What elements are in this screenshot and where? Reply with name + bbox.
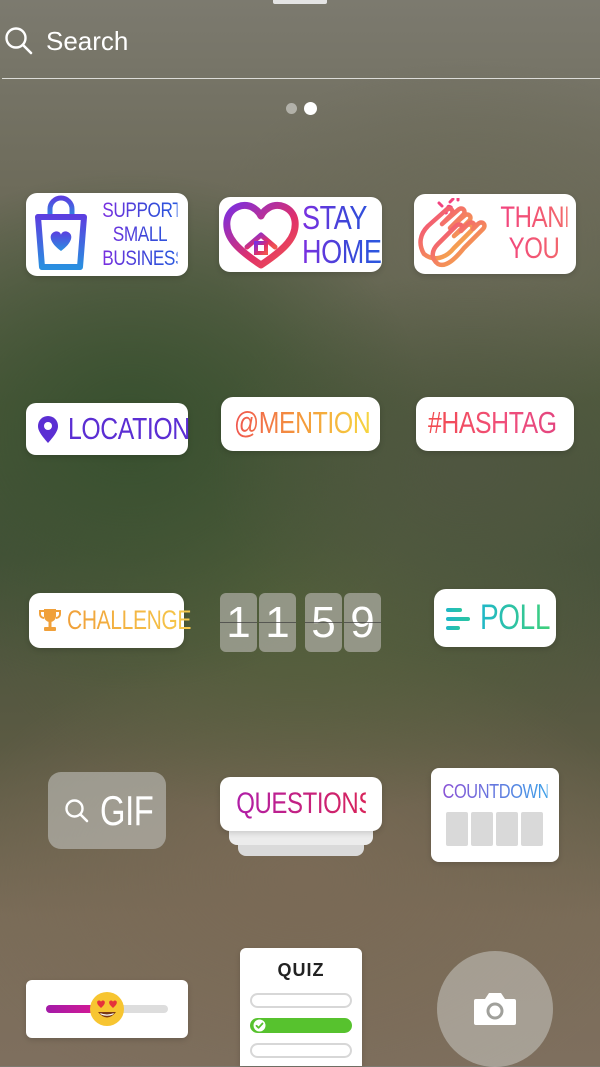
countdown-sticker[interactable]: COUNTDOWN [431,768,559,862]
quiz-option [250,993,352,1008]
thank-you-label: THANK YOU [500,201,580,265]
challenge-label: CHALLENGE [67,605,192,635]
thank-you-sticker[interactable]: THANK YOU [414,194,576,274]
quiz-option-correct [250,1018,352,1033]
heart-eyes-emoji-icon [90,992,124,1026]
poll-lines-icon [446,608,470,630]
clapping-hands-icon [418,198,487,268]
shopping-bag-icon [35,195,87,270]
location-label: LOCATION [68,411,190,446]
gif-sticker[interactable]: GIF [48,772,166,849]
location-sticker[interactable]: LOCATION [26,403,190,455]
questions-sticker[interactable]: QUESTIONS [220,777,382,831]
gif-label: GIF [100,787,154,834]
support-small-business-label: SUPPORT SMALL BUSINESS [102,199,187,270]
poll-sticker[interactable]: POLL [434,589,556,647]
countdown-slot [446,812,468,846]
search-icon [5,27,33,55]
quiz-sticker[interactable]: QUIZ [240,948,362,1066]
mention-sticker[interactable]: @MENTION [221,397,380,451]
stay-home-sticker[interactable]: STAY HOME [219,197,382,272]
search-input[interactable]: Search [46,26,128,57]
countdown-slot [521,812,543,846]
poll-label: POLL [480,598,550,637]
support-small-business-sticker[interactable]: SUPPORT SMALL BUSINESS [26,193,188,276]
trophy-icon [39,609,61,631]
search-bar[interactable]: Search [0,20,600,62]
hashtag-sticker[interactable]: #HASHTAG [416,397,574,451]
camera-button[interactable] [437,951,553,1067]
countdown-label: COUNTDOWN [442,781,550,803]
challenge-sticker[interactable]: CHALLENGE [29,593,191,648]
time-digit: 5 [305,593,342,652]
page-indicator [286,102,326,115]
time-digit: 1 [259,593,296,652]
check-icon [253,1019,266,1032]
quiz-label: QUIZ [277,960,325,980]
stay-home-label: STAY HOME [302,199,382,270]
hashtag-label: #HASHTAG [428,405,557,440]
time-digit: 9 [344,593,381,652]
countdown-slot [471,812,493,846]
mention-label: @MENTION [234,405,371,440]
search-icon [65,799,89,823]
quiz-option [250,1043,352,1058]
emoji-slider-sticker[interactable] [26,980,188,1038]
page-dot-1[interactable] [286,103,297,114]
countdown-slot [496,812,518,846]
camera-icon [474,993,516,1025]
drawer-handle[interactable] [273,0,327,4]
time-sticker[interactable]: 1 1 5 9 [220,593,382,652]
search-divider [2,78,600,79]
time-digit: 1 [220,593,257,652]
heart-house-icon [223,202,299,269]
page-dot-2-active[interactable] [304,102,317,115]
questions-label: QUESTIONS [236,787,374,820]
location-pin-icon [38,416,58,443]
